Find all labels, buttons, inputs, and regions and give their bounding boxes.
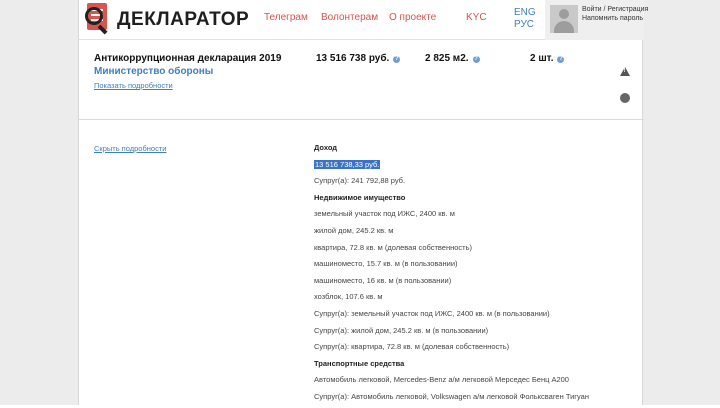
main-container: ДЕКЛАРАТОР Телеграм Волонтерам О проекте… — [78, 0, 648, 405]
realty-item: жилой дом, 245.2 кв. м — [314, 225, 394, 235]
declaration-details: Скрыть подробности Доход 13 516 738,33 р… — [79, 120, 644, 405]
logo[interactable]: ДЕКЛАРАТОР — [85, 0, 249, 40]
spouse-income: Супруг(а): 241 792,88 руб. — [314, 176, 406, 186]
transport-heading: Транспортные средства — [314, 358, 405, 368]
nav-kyc[interactable]: KYC — [466, 12, 487, 23]
nav-telegram[interactable]: Телеграм — [264, 12, 308, 23]
transport-item: Автомобиль легковой, Mercedes-Benz а/м л… — [314, 375, 569, 385]
magnifier-document-icon — [85, 3, 111, 37]
login-register-link[interactable]: Войти / Регистрация — [582, 6, 648, 13]
help-icon[interactable]: ? — [472, 56, 480, 63]
avatar-icon — [550, 5, 578, 33]
declaration-title: Антикоррупционная декларация 2019 — [94, 53, 282, 64]
summary-vehicles: 2 шт.? — [530, 53, 565, 64]
details-column: Доход 13 516 738,33 руб. Супруг(а): 241 … — [314, 142, 634, 408]
nav-volunteers[interactable]: Волонтерам — [321, 12, 378, 23]
logo-text: ДЕКЛАРАТОР — [117, 9, 250, 30]
status-circle-icon[interactable] — [620, 93, 630, 103]
realty-item: машиноместо, 15.7 кв. м (в пользовании) — [314, 259, 458, 269]
page-background-right — [643, 0, 720, 405]
lang-rus[interactable]: РУС — [514, 19, 534, 30]
declaration-summary: Антикоррупционная декларация 2019 Минист… — [79, 40, 644, 120]
help-icon[interactable]: ? — [557, 56, 565, 63]
warning-icon[interactable] — [620, 67, 630, 76]
income-value: 13 516 738,33 руб. — [314, 159, 381, 169]
realty-item: хозблок, 107.6 кв. м — [314, 292, 383, 302]
header: ДЕКЛАРАТОР Телеграм Волонтерам О проекте… — [79, 0, 648, 40]
summary-area-value: 2 825 м2. — [425, 53, 469, 64]
realty-item: машиноместо, 16 кв. м (в пользовании) — [314, 275, 452, 285]
realty-item: Супруг(а): земельный участок под ИЖС, 24… — [314, 308, 550, 318]
realty-item: квартира, 72.8 кв. м (долевая собственно… — [314, 242, 473, 252]
realty-item: земельный участок под ИЖС, 2400 кв. м — [314, 209, 455, 219]
income-heading: Доход — [314, 143, 338, 152]
transport-item: Супруг(а): Автомобиль легковой, Volkswag… — [314, 391, 589, 401]
summary-income-value: 13 516 738 руб. — [316, 53, 390, 64]
show-details-link[interactable]: Показать подробности — [94, 81, 173, 90]
realty-item: Супруг(а): квартира, 72.8 кв. м (долевая… — [314, 342, 510, 352]
realty-item: Супруг(а): жилой дом, 245.2 кв. м (в пол… — [314, 325, 489, 335]
summary-vehicles-value: 2 шт. — [530, 53, 554, 64]
summary-area: 2 825 м2.? — [425, 53, 480, 64]
reset-password-link[interactable]: Напомнить пароль — [582, 15, 643, 22]
nav-about[interactable]: О проекте — [389, 12, 436, 23]
summary-income: 13 516 738 руб.? — [316, 53, 401, 64]
page-background-left — [0, 0, 78, 405]
help-icon[interactable]: ? — [393, 56, 401, 63]
income-row: 13 516 738,33 руб. — [314, 159, 634, 176]
realty-heading: Недвижимое имущество — [314, 192, 406, 202]
lang-eng[interactable]: ENG — [514, 7, 536, 18]
user-box: Войти / Регистрация Напомнить пароль — [545, 0, 648, 40]
hide-details-link[interactable]: Скрыть подробности — [94, 144, 166, 153]
organization-link[interactable]: Министерство обороны — [94, 66, 213, 77]
